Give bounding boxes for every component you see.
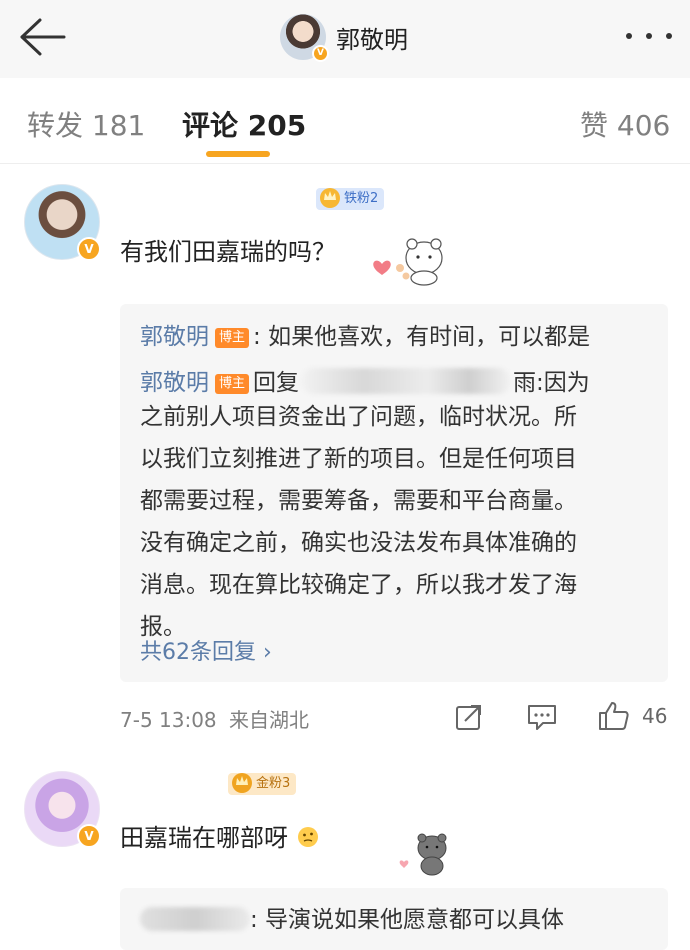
reply-thread[interactable]: 郭敬明 博主: 如果他喜欢，有时间，可以都是 郭敬明 博主 回复 雨:因为 之前别人项目… bbox=[120, 304, 668, 682]
more-dot-icon bbox=[646, 33, 652, 39]
reply-text-line: 报。 bbox=[140, 614, 186, 640]
reply-text-line: 都需要过程，需要筹备，需要和平台商量。 bbox=[140, 488, 577, 514]
comment-meta: 7-5 13:08 来自湖北 bbox=[120, 704, 309, 733]
timestamp: 7-5 13:08 bbox=[120, 708, 217, 732]
location: 来自湖北 bbox=[229, 708, 310, 732]
more-dot-icon bbox=[626, 33, 632, 39]
crown-icon bbox=[232, 773, 252, 793]
reply-item: 郭敬明 博主 回复 雨:因为 bbox=[140, 366, 590, 400]
more-replies-link[interactable]: 共62条回复 › bbox=[140, 634, 272, 666]
fan-badge: 铁粉2 bbox=[316, 188, 385, 210]
tab-reposts[interactable]: 转发 181 bbox=[27, 104, 145, 144]
reply-thread[interactable]: : 导演说如果他愿意都可以具体 bbox=[120, 888, 668, 950]
blogger-tag: 博主 bbox=[215, 328, 250, 348]
like-count: 46 bbox=[642, 704, 668, 728]
blurred-username bbox=[301, 368, 512, 394]
more-dot-icon bbox=[666, 33, 672, 39]
thinking-emoji-icon bbox=[297, 827, 318, 847]
like-icon[interactable] bbox=[598, 701, 630, 731]
comment-text: 有我们田嘉瑞的吗？ bbox=[120, 238, 336, 266]
commenter-avatar[interactable]: V bbox=[24, 771, 101, 848]
reply-username[interactable]: 郭敬明 bbox=[140, 324, 209, 350]
reply-text-line: 消息。现在算比较确定了，所以我才发了海 bbox=[140, 572, 577, 598]
reply-username[interactable]: 郭敬明 bbox=[140, 370, 209, 396]
reply-text-line: 之前别人项目资金出了问题，临时状况。所 bbox=[140, 404, 577, 430]
comment-text: 田嘉瑞在哪部呀 bbox=[120, 818, 320, 853]
bear-sticker-icon bbox=[373, 238, 443, 286]
avatar[interactable]: V bbox=[280, 14, 329, 62]
reply-text-line: 以我们立刻推进了新的项目。但是任何项目 bbox=[140, 446, 577, 472]
reply-text: : 如果他喜欢，有时间，可以都是 bbox=[253, 324, 591, 350]
reply-item: : 导演说如果他愿意都可以具体 bbox=[140, 900, 564, 934]
tab-likes[interactable]: 赞 406 bbox=[580, 104, 670, 144]
arrow-left-icon bbox=[20, 18, 66, 56]
commenter-avatar[interactable]: V bbox=[24, 184, 101, 261]
tab-comments[interactable]: 评论 205 bbox=[182, 104, 306, 144]
blurred-username bbox=[140, 907, 250, 931]
comment-icon[interactable] bbox=[527, 703, 557, 731]
more-button[interactable] bbox=[626, 22, 672, 50]
tab-bar: 转发 181 评论 205 赞 406 bbox=[0, 78, 690, 164]
back-button[interactable] bbox=[14, 14, 70, 60]
active-tab-indicator bbox=[206, 151, 270, 157]
verified-badge-icon: V bbox=[312, 45, 329, 62]
header-profile[interactable]: V 郭敬明 bbox=[280, 13, 408, 62]
reply-text-line: 没有确定之前，确实也没法发布具体准确的 bbox=[140, 530, 577, 556]
chevron-right-icon: › bbox=[263, 640, 272, 665]
top-bar: V 郭敬明 bbox=[0, 0, 690, 78]
verified-badge-icon: V bbox=[77, 824, 101, 848]
reply-text: : 导演说如果他愿意都可以具体 bbox=[250, 907, 565, 933]
blogger-tag: 博主 bbox=[215, 374, 250, 394]
reply-text: 雨:因为 bbox=[513, 370, 590, 396]
bear-sticker-icon bbox=[399, 833, 447, 876]
page-title: 郭敬明 bbox=[336, 25, 408, 54]
share-icon[interactable] bbox=[455, 703, 483, 731]
fan-badge: 金粉3 bbox=[228, 773, 297, 795]
crown-icon bbox=[320, 188, 340, 208]
reply-item: 郭敬明 博主: 如果他喜欢，有时间，可以都是 bbox=[140, 320, 590, 354]
reply-prefix: 回复 bbox=[253, 370, 300, 396]
verified-badge-icon: V bbox=[77, 237, 101, 261]
